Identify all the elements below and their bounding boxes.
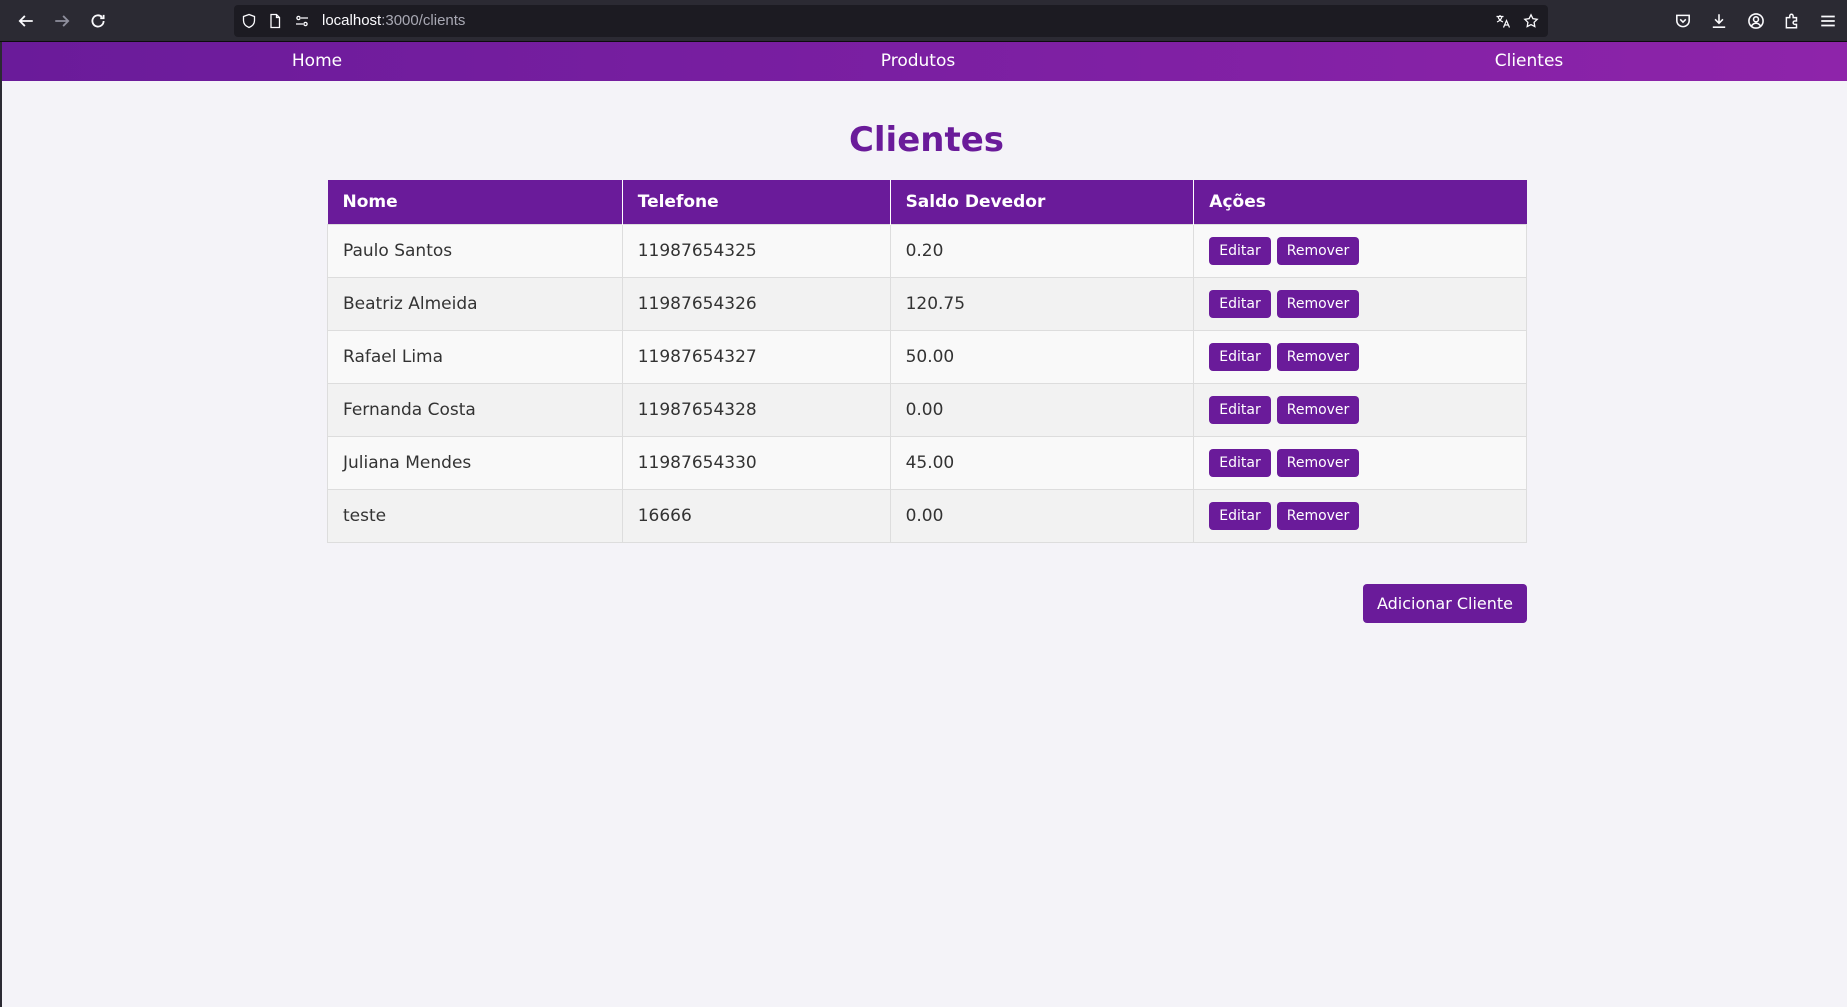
browser-toolbar: localhost:3000/clients (0, 0, 1847, 42)
cell-nome: Rafael Lima (327, 329, 623, 384)
table-row: Beatriz Almeida 11987654326 120.75 Edita… (327, 276, 1527, 331)
menu-icon[interactable] (1817, 10, 1839, 32)
remove-button[interactable]: Remover (1276, 236, 1360, 265)
cell-telefone: 11987654330 (621, 435, 891, 490)
cell-nome: Juliana Mendes (327, 435, 623, 490)
url-host: localhost (322, 12, 382, 29)
header-saldo-devedor: Saldo Devedor (890, 180, 1195, 224)
edit-button[interactable]: Editar (1209, 395, 1271, 424)
cell-telefone: 11987654326 (621, 276, 891, 331)
page-icon[interactable] (266, 12, 284, 30)
cell-saldo: 0.20 (889, 223, 1195, 278)
table-row: Rafael Lima 11987654327 50.00 Editar Remo… (327, 329, 1527, 384)
edit-button[interactable]: Editar (1209, 448, 1271, 477)
cell-nome: Paulo Santos (327, 223, 623, 278)
table-header-row: Nome Telefone Saldo Devedor Ações (327, 180, 1527, 224)
nav-link-home[interactable]: Home (292, 42, 342, 81)
bookmark-star-icon[interactable] (1522, 12, 1540, 30)
cell-saldo: 50.00 (889, 329, 1195, 384)
translate-icon[interactable] (1494, 12, 1512, 30)
permissions-icon[interactable] (293, 12, 311, 30)
cell-saldo: 0.00 (889, 382, 1195, 437)
forward-icon[interactable] (50, 9, 74, 33)
cell-telefone: 11987654328 (621, 382, 891, 437)
cell-telefone: 16666 (621, 488, 891, 543)
table-row: teste 16666 0.00 Editar Remover (327, 488, 1527, 543)
edit-button[interactable]: Editar (1209, 236, 1271, 265)
cell-saldo: 45.00 (889, 435, 1195, 490)
remove-button[interactable]: Remover (1276, 342, 1360, 371)
cell-acoes: Editar Remover (1193, 223, 1527, 278)
page-title: Clientes (848, 120, 1005, 160)
cell-acoes: Editar Remover (1193, 329, 1527, 384)
table-row: Paulo Santos 11987654325 0.20 Editar Remo… (327, 223, 1527, 278)
url-path: :3000/clients (381, 12, 466, 29)
header-nome: Nome (327, 180, 623, 224)
extensions-icon[interactable] (1781, 10, 1803, 32)
cell-nome: Fernanda Costa (327, 382, 623, 437)
clients-table: Nome Telefone Saldo Devedor Ações Paulo … (327, 180, 1527, 543)
remove-button[interactable]: Remover (1276, 395, 1360, 424)
edit-button[interactable]: Editar (1209, 501, 1271, 530)
shield-icon[interactable] (240, 12, 258, 30)
cell-acoes: Editar Remover (1193, 276, 1527, 331)
header-acoes: Ações (1193, 180, 1527, 224)
remove-button[interactable]: Remover (1276, 289, 1360, 318)
remove-button[interactable]: Remover (1276, 448, 1360, 477)
cell-saldo: 0.00 (889, 488, 1195, 543)
cell-acoes: Editar Remover (1193, 488, 1527, 543)
cell-nome: teste (327, 488, 623, 543)
cell-acoes: Editar Remover (1193, 382, 1527, 437)
header-telefone: Telefone (622, 180, 891, 224)
add-client-button[interactable]: Adicionar Cliente (1363, 584, 1527, 623)
nav-link-produtos[interactable]: Produtos (881, 42, 955, 81)
pocket-icon[interactable] (1672, 10, 1694, 32)
back-icon[interactable] (14, 9, 38, 33)
cell-telefone: 11987654325 (621, 223, 891, 278)
address-bar[interactable]: localhost:3000/clients (234, 5, 1548, 37)
edit-button[interactable]: Editar (1209, 342, 1271, 371)
main-nav: Home Produtos Clientes (2, 42, 1847, 81)
nav-link-clientes[interactable]: Clientes (1495, 42, 1564, 81)
cell-telefone: 11987654327 (621, 329, 891, 384)
cell-saldo: 120.75 (889, 276, 1195, 331)
download-icon[interactable] (1708, 10, 1730, 32)
window-edge (0, 42, 2, 1007)
reload-icon[interactable] (86, 9, 110, 33)
table-row: Fernanda Costa 11987654328 0.00 Editar Re… (327, 382, 1527, 437)
remove-button[interactable]: Remover (1276, 501, 1360, 530)
cell-acoes: Editar Remover (1193, 435, 1527, 490)
cell-nome: Beatriz Almeida (327, 276, 623, 331)
table-row: Juliana Mendes 11987654330 45.00 Editar R… (327, 435, 1527, 490)
account-icon[interactable] (1745, 10, 1767, 32)
url-text[interactable]: localhost:3000/clients (322, 12, 465, 29)
edit-button[interactable]: Editar (1209, 289, 1271, 318)
